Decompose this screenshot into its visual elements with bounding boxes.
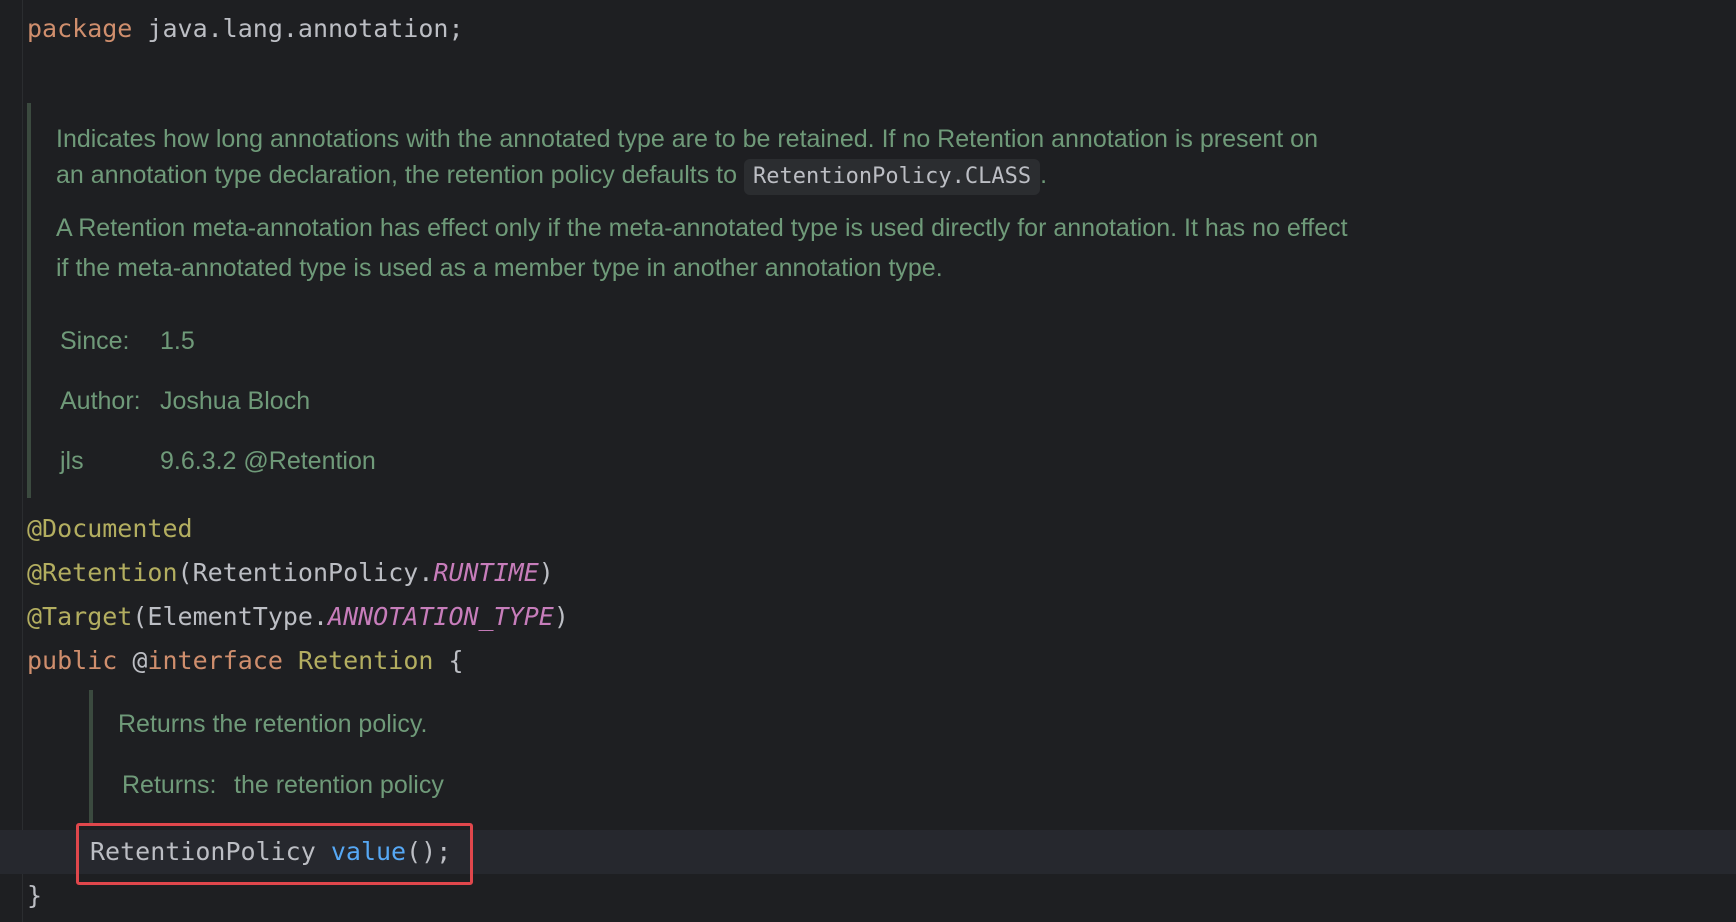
- interface-keyword: interface: [147, 646, 283, 675]
- class-doc-paragraph-1: Indicates how long annotations with the …: [56, 121, 1346, 195]
- class-doc-bar: [27, 103, 31, 498]
- tag-label-author: Author:: [60, 387, 141, 415]
- tag-label-jls: jls: [60, 447, 84, 475]
- selection-highlight-box: [76, 823, 473, 885]
- interface-name: Retention: [297, 646, 434, 675]
- class-doc-paragraph-2: A Retention meta-annotation has effect o…: [56, 214, 1348, 282]
- tag-value-returns: the retention policy: [234, 771, 444, 799]
- method-doc-description: Returns the retention policy.: [118, 710, 428, 738]
- package-keyword: package: [27, 14, 133, 43]
- target-annotation-close: ): [553, 602, 569, 631]
- package-declaration[interactable]: package java.lang.annotation;: [27, 14, 464, 44]
- documented-annotation: @Documented: [27, 514, 193, 543]
- class-doc-para1-text: Indicates how long annotations with the …: [56, 125, 1318, 189]
- class-doc-para1-end: .: [1040, 161, 1048, 189]
- retention-annotation-line[interactable]: @Retention(RetentionPolicy.RUNTIME): [27, 558, 554, 588]
- retention-annotation-arg: (RetentionPolicy.: [177, 558, 434, 587]
- target-annotation-line[interactable]: @Target(ElementType.ANNOTATION_TYPE): [27, 602, 569, 632]
- at-sign: @: [132, 646, 148, 675]
- tag-label-since: Since:: [60, 327, 130, 355]
- tag-value-since: 1.5: [160, 327, 195, 355]
- documented-annotation-line[interactable]: @Documented: [27, 514, 193, 544]
- close-brace: }: [27, 881, 43, 910]
- method-doc-bar: [89, 690, 93, 825]
- retention-annotation-close: ): [538, 558, 554, 587]
- close-brace-line[interactable]: }: [27, 881, 42, 911]
- target-annotation-arg: (ElementType.: [132, 602, 329, 631]
- tag-value-jls: 9.6.3.2 @Retention: [160, 447, 376, 475]
- tag-label-returns: Returns:: [122, 771, 217, 799]
- open-brace: {: [448, 646, 464, 675]
- annotation-type-constant: ANNOTATION_TYPE: [328, 602, 554, 631]
- target-annotation: @Target: [27, 602, 133, 631]
- interface-declaration[interactable]: public @interface Retention {: [27, 646, 464, 676]
- inline-code-retentionpolicy-class: RetentionPolicy.CLASS: [743, 159, 1041, 195]
- runtime-constant: RUNTIME: [433, 558, 539, 587]
- editor-gutter-line: [22, 0, 23, 922]
- package-name: java.lang.annotation;: [147, 14, 464, 43]
- retention-annotation: @Retention: [27, 558, 178, 587]
- public-keyword: public: [27, 646, 118, 675]
- tag-value-author: Joshua Bloch: [160, 387, 311, 415]
